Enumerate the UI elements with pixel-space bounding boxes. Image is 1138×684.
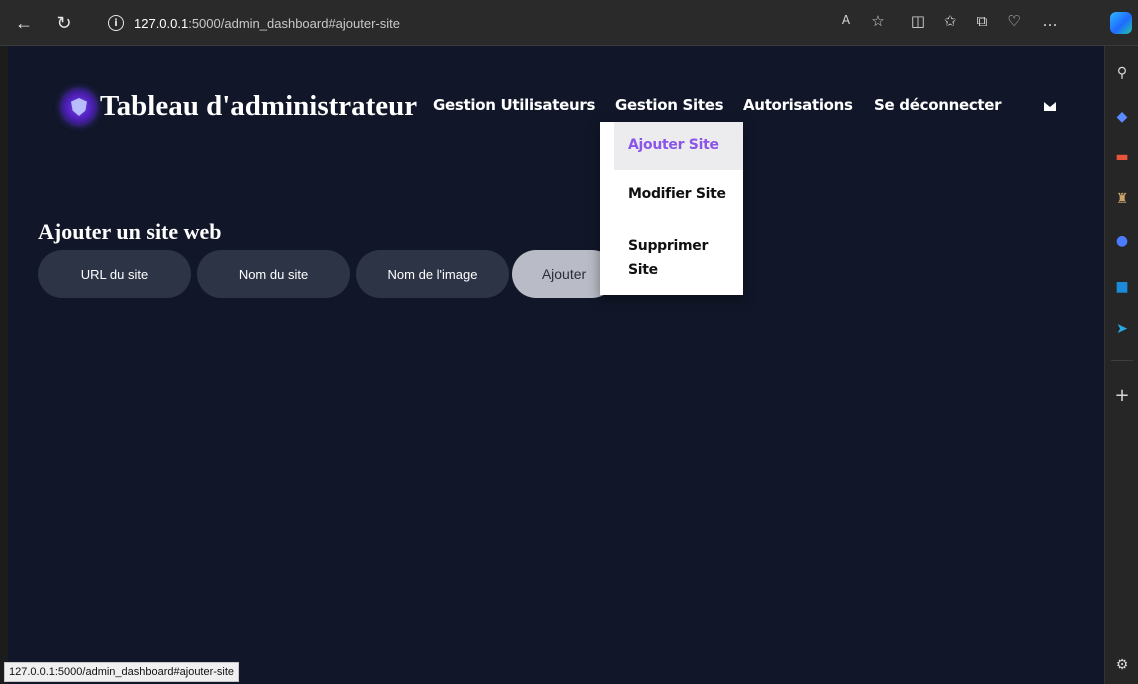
collections-icon[interactable]: ⧉ <box>972 12 992 30</box>
form-title: Ajouter un site web <box>38 219 222 244</box>
url-field[interactable] <box>38 250 191 298</box>
read-aloud-icon[interactable]: A <box>836 13 856 27</box>
dropdown-item-supprimer-site[interactable]: Supprimer Site <box>600 234 720 282</box>
url-host: 127.0.0.1 <box>134 15 189 31</box>
address-bar[interactable]: i 127.0.0.1:5000/admin_dashboard#ajouter… <box>96 9 1046 37</box>
outlook-icon[interactable]: ■ <box>1113 278 1131 296</box>
browser-toolbar: ← ↻ i 127.0.0.1:5000/admin_dashboard#ajo… <box>0 0 1138 46</box>
info-icon[interactable]: i <box>108 15 124 31</box>
nav-se-deconnecter[interactable]: Se déconnecter <box>874 96 1002 114</box>
add-icon[interactable]: + <box>1113 385 1131 406</box>
refresh-icon[interactable]: ↻ <box>50 9 78 37</box>
url-input[interactable] <box>38 250 191 298</box>
page-title: Tableau d'administrateur <box>100 90 418 122</box>
dropdown-item-modifier-site[interactable]: Modifier Site <box>600 186 743 202</box>
site-name-field[interactable] <box>197 250 350 298</box>
search-icon[interactable]: ⚲ <box>1113 64 1131 82</box>
mail-icon[interactable] <box>1044 102 1056 111</box>
nav-autorisations[interactable]: Autorisations <box>743 96 853 114</box>
nav-gestion-sites[interactable]: Gestion Sites <box>615 96 724 114</box>
copilot-icon[interactable] <box>1110 12 1132 34</box>
image-name-input[interactable] <box>356 250 509 298</box>
shield-logo-icon <box>62 90 96 124</box>
gestion-sites-dropdown: Ajouter Site Modifier Site Supprimer Sit… <box>600 122 743 295</box>
image-name-field[interactable] <box>356 250 509 298</box>
favorite-star-icon[interactable]: ☆ <box>868 12 888 30</box>
page-content: Tableau d'administrateur Gestion Utilisa… <box>8 46 1104 684</box>
edge-sidebar: ⚲ ◆ ▬ ♜ ● ■ ➤ + ⚙ <box>1104 46 1138 684</box>
shopping-tag-icon[interactable]: ◆ <box>1113 108 1131 126</box>
status-bar-url: 127.0.0.1:5000/admin_dashboard#ajouter-s… <box>4 662 240 682</box>
url-path: :5000/admin_dashboard#ajouter-site <box>188 15 400 31</box>
back-arrow-icon[interactable]: ← <box>10 9 38 37</box>
telegram-icon[interactable]: ➤ <box>1113 320 1131 338</box>
settings-gear-icon[interactable]: ⚙ <box>1113 656 1131 674</box>
more-options-icon[interactable]: … <box>1040 12 1060 30</box>
dropdown-item-ajouter-site[interactable]: Ajouter Site <box>614 122 743 170</box>
split-screen-icon[interactable]: ◫ <box>908 12 928 30</box>
games-icon[interactable]: ♜ <box>1113 190 1131 208</box>
browser-essentials-icon[interactable]: ♡ <box>1004 12 1024 30</box>
site-name-input[interactable] <box>197 250 350 298</box>
favorites-icon[interactable]: ✩ <box>940 12 960 30</box>
url-text: 127.0.0.1:5000/admin_dashboard#ajouter-s… <box>134 16 400 31</box>
sidebar-separator <box>1111 360 1133 361</box>
nav-gestion-utilisateurs[interactable]: Gestion Utilisateurs <box>433 96 595 114</box>
tools-icon[interactable]: ▬ <box>1113 148 1131 166</box>
copilot-sidebar-icon[interactable]: ● <box>1113 232 1131 250</box>
